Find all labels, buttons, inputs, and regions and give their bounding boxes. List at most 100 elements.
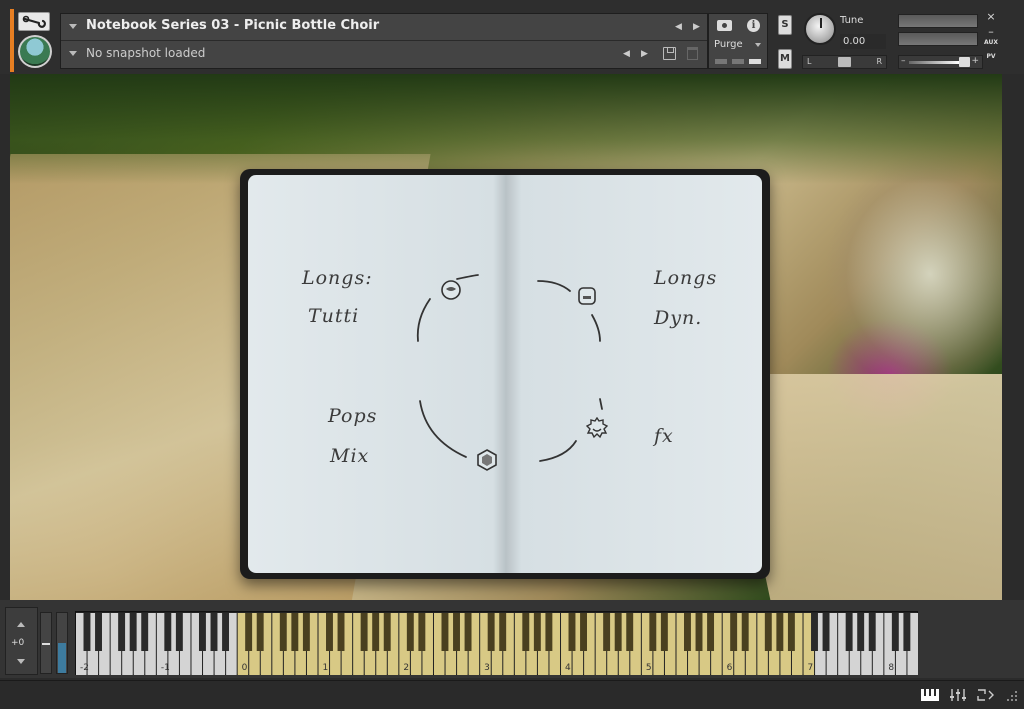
black-key[interactable] bbox=[279, 613, 287, 651]
chevron-down-icon[interactable] bbox=[755, 43, 761, 47]
black-key[interactable] bbox=[453, 613, 460, 651]
black-key[interactable] bbox=[441, 613, 449, 651]
mixer-view-icon[interactable] bbox=[948, 688, 968, 702]
black-key[interactable] bbox=[464, 613, 472, 651]
volume-handle[interactable] bbox=[959, 57, 970, 67]
black-key[interactable] bbox=[522, 613, 530, 651]
black-key[interactable] bbox=[811, 613, 818, 651]
wrench-icon[interactable] bbox=[18, 12, 50, 31]
black-key[interactable] bbox=[533, 613, 541, 651]
black-key[interactable] bbox=[568, 613, 576, 651]
black-key[interactable] bbox=[499, 613, 507, 651]
next-snapshot-icon[interactable]: ▶ bbox=[641, 49, 648, 59]
minimize-button[interactable]: – bbox=[984, 25, 998, 38]
volume-slider[interactable]: – + bbox=[898, 55, 983, 69]
black-key[interactable] bbox=[626, 613, 634, 651]
pv-button[interactable]: PV bbox=[984, 53, 998, 60]
midi-learn-icon[interactable] bbox=[976, 688, 996, 702]
longs-dyn-label-line2: Dyn. bbox=[654, 307, 703, 329]
chevron-down-icon[interactable] bbox=[69, 24, 77, 29]
keyboard-view-icon[interactable] bbox=[920, 688, 940, 702]
black-key[interactable] bbox=[210, 613, 218, 651]
black-key[interactable] bbox=[603, 613, 611, 651]
info-icon[interactable]: i bbox=[747, 19, 760, 32]
black-key[interactable] bbox=[822, 613, 830, 651]
close-button[interactable]: × bbox=[984, 10, 998, 23]
black-key[interactable] bbox=[730, 613, 738, 651]
octave-controls: +0 bbox=[5, 607, 38, 675]
octave-label: 0 bbox=[242, 663, 248, 673]
black-key[interactable] bbox=[764, 613, 772, 651]
black-key[interactable] bbox=[302, 613, 310, 651]
black-key[interactable] bbox=[222, 613, 230, 651]
pan-slider[interactable]: L R bbox=[802, 55, 887, 69]
longs-dyn-mode-icon[interactable] bbox=[576, 285, 598, 307]
trash-icon[interactable] bbox=[687, 47, 698, 60]
black-key[interactable] bbox=[256, 613, 264, 651]
tune-value[interactable]: 0.00 bbox=[840, 34, 886, 49]
black-key[interactable] bbox=[683, 613, 691, 651]
black-key[interactable] bbox=[383, 613, 391, 651]
pops-mix-mode-icon[interactable] bbox=[476, 449, 498, 471]
black-key[interactable] bbox=[487, 613, 495, 651]
solo-button[interactable]: S bbox=[778, 15, 792, 35]
resize-grip-icon[interactable] bbox=[1002, 688, 1022, 702]
black-key[interactable] bbox=[406, 613, 414, 651]
longs-tutti-mode-icon[interactable] bbox=[440, 279, 462, 301]
pan-handle[interactable] bbox=[838, 57, 851, 67]
black-key[interactable] bbox=[360, 613, 368, 651]
black-key[interactable] bbox=[903, 613, 911, 651]
black-key[interactable] bbox=[660, 613, 668, 651]
save-icon[interactable] bbox=[663, 47, 676, 60]
black-key[interactable] bbox=[175, 613, 183, 651]
black-key[interactable] bbox=[857, 613, 865, 651]
black-key[interactable] bbox=[291, 613, 299, 651]
black-key[interactable] bbox=[845, 613, 853, 651]
black-key[interactable] bbox=[695, 613, 703, 651]
black-key[interactable] bbox=[707, 613, 715, 651]
aux-button[interactable]: AUX bbox=[984, 39, 998, 46]
black-key[interactable] bbox=[741, 613, 749, 651]
prev-snapshot-icon[interactable]: ◀ bbox=[623, 49, 630, 59]
black-key[interactable] bbox=[891, 613, 899, 651]
mute-button[interactable]: M bbox=[778, 49, 792, 69]
octave-label: 4 bbox=[565, 663, 571, 673]
black-key[interactable] bbox=[141, 613, 149, 651]
black-key[interactable] bbox=[787, 613, 795, 651]
black-key[interactable] bbox=[198, 613, 206, 651]
black-key[interactable] bbox=[580, 613, 587, 651]
piano-keys[interactable]: -2 -1 0 1 2 3 4 5 6 7 8 bbox=[76, 612, 919, 676]
fx-mode-icon[interactable] bbox=[586, 417, 608, 439]
black-key[interactable] bbox=[245, 613, 253, 651]
black-key[interactable] bbox=[95, 613, 102, 651]
pitch-bend-wheel[interactable] bbox=[40, 612, 52, 674]
tune-knob[interactable] bbox=[804, 13, 836, 45]
piano-keyboard[interactable]: -2 -1 0 1 2 3 4 5 6 7 8 bbox=[75, 611, 918, 675]
black-key[interactable] bbox=[118, 613, 126, 651]
prev-instrument-icon[interactable]: ◀ bbox=[675, 22, 682, 32]
black-key[interactable] bbox=[372, 613, 380, 651]
black-key[interactable] bbox=[649, 613, 657, 651]
black-key[interactable] bbox=[129, 613, 137, 651]
mod-wheel[interactable] bbox=[56, 612, 68, 674]
memory-indicator-icon bbox=[732, 59, 744, 64]
black-key[interactable] bbox=[83, 613, 91, 651]
black-key[interactable] bbox=[326, 613, 333, 651]
octave-up-icon[interactable] bbox=[17, 622, 25, 627]
tune-label: Tune bbox=[840, 15, 864, 26]
black-key[interactable] bbox=[337, 613, 345, 651]
next-instrument-icon[interactable]: ▶ bbox=[693, 22, 700, 32]
black-key[interactable] bbox=[164, 613, 172, 651]
octave-down-icon[interactable] bbox=[17, 659, 25, 664]
purge-menu[interactable]: Purge bbox=[714, 39, 743, 50]
camera-icon[interactable] bbox=[717, 20, 732, 31]
black-key[interactable] bbox=[614, 613, 622, 651]
instrument-name: Notebook Series 03 - Picnic Bottle Choir bbox=[86, 18, 380, 33]
octave-label: -1 bbox=[161, 663, 170, 673]
black-key[interactable] bbox=[545, 613, 553, 651]
black-key[interactable] bbox=[868, 613, 876, 651]
instrument-thumbnail[interactable] bbox=[18, 35, 52, 68]
chevron-down-icon[interactable] bbox=[69, 51, 77, 56]
black-key[interactable] bbox=[776, 613, 784, 651]
black-key[interactable] bbox=[418, 613, 426, 651]
